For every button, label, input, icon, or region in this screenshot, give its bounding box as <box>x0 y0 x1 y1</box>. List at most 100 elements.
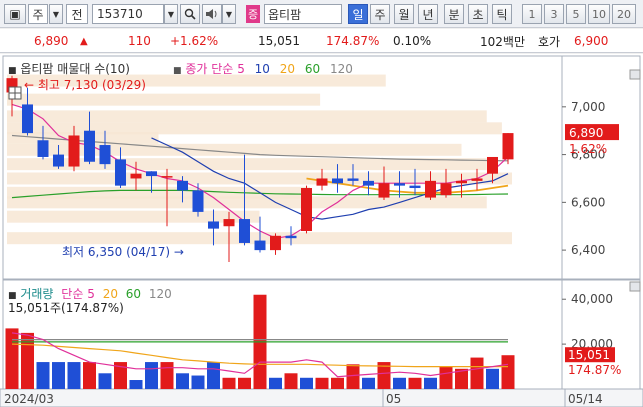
current-price: 6,890 <box>34 34 69 48</box>
interval-10-button[interactable]: 10 <box>588 4 610 24</box>
volume-bar <box>315 377 329 389</box>
volume-bar <box>191 375 205 389</box>
candle-body <box>223 219 235 227</box>
period-month-button[interactable]: 월 <box>394 4 414 24</box>
interval-3-button[interactable]: 3 <box>544 4 564 24</box>
x-axis-label: 05/14 <box>568 392 603 406</box>
candle-body <box>394 183 405 186</box>
high-price-label: ← 최고 7,130 (03/29) <box>24 78 146 92</box>
candle-body <box>208 221 219 229</box>
x-axis-label: 05 <box>386 392 401 406</box>
search-icon[interactable] <box>180 4 200 24</box>
chart-area[interactable]: 7,000 6,800 6,600 6,400 6,890 1.62% 40,000 20,0… <box>0 54 643 407</box>
candle-body <box>84 130 95 162</box>
price-ma-legend: ■ 종가 단순 5 10 20 60 120 <box>173 60 353 77</box>
chart-menu-icon[interactable]: ▣ <box>4 4 26 24</box>
candle-body <box>161 176 173 178</box>
volume-bar <box>300 377 313 389</box>
speaker-dropdown-chevron-icon[interactable]: ▼ <box>222 4 236 24</box>
volume-bar <box>470 357 484 389</box>
market-type-select[interactable]: 주 <box>28 4 48 24</box>
candle-body <box>254 240 266 251</box>
legend-ma5: 5 <box>237 62 245 76</box>
candle-body <box>115 159 126 186</box>
period-second-button[interactable]: 초 <box>468 4 488 24</box>
volume-bar <box>67 362 81 389</box>
volume-profile-bar <box>7 210 260 223</box>
volume-bar <box>393 377 406 389</box>
current-pct-tag: 1.62% <box>569 142 607 156</box>
price-change: 110 <box>128 34 151 48</box>
volume-bar <box>145 362 158 389</box>
interval-1-button[interactable]: 1 <box>522 4 542 24</box>
volume-current-label: 15,051주(174.87%) <box>8 301 124 315</box>
volume-current-tag: 15,051 <box>568 348 610 362</box>
volume-bar <box>331 377 344 389</box>
x-axis-bar <box>0 388 643 407</box>
candle-body <box>378 183 390 198</box>
period-day-button[interactable]: 일 <box>348 4 368 24</box>
candle-body <box>409 185 421 189</box>
candle-body <box>177 180 188 191</box>
period-year-button[interactable]: 년 <box>418 4 438 24</box>
price-tick-label: 7,000 <box>571 100 605 114</box>
volume-ratio: 174.87% <box>326 34 380 48</box>
volume-legend-ma120: 120 <box>148 287 172 301</box>
volume-bar <box>207 362 220 389</box>
interval-20-button[interactable]: 20 <box>612 4 636 24</box>
stock-type-badge: 증 <box>246 5 261 23</box>
volume-bar <box>52 362 65 389</box>
candle-body <box>270 235 281 251</box>
candle-body <box>456 180 467 184</box>
stock-name-field[interactable]: 옵티팜 <box>264 4 342 24</box>
price-volume-chart[interactable]: 7,0006,8006,6006,4006,8901.62%40,00020,0… <box>0 54 643 407</box>
panel-toggle-icon[interactable]: ■ <box>8 66 17 76</box>
price-panel-title: ■ 옵티팜 매물대 수(10) <box>8 60 130 77</box>
volume-bar <box>98 373 112 389</box>
low-price-text: 최저 6,350 (04/17) <box>62 245 171 259</box>
volume-bar <box>5 328 19 389</box>
high-price-text: 최고 7,130 (03/29) <box>37 78 146 92</box>
chevron-down-icon[interactable]: ▼ <box>49 4 63 24</box>
stock-code-input[interactable]: 153710 <box>92 4 164 24</box>
volume-bar <box>362 377 375 389</box>
volume-bar <box>222 377 236 389</box>
panel-scroll-up-icon <box>629 281 641 292</box>
quote-price: 6,900 <box>574 34 609 48</box>
candle-body <box>487 156 498 174</box>
jeon-toggle[interactable]: 전 <box>66 4 88 24</box>
candle-body <box>425 180 436 198</box>
volume-profile-bar <box>7 131 159 144</box>
price-tick-label: 6,400 <box>571 243 605 257</box>
price-panel-title-text: 옵티팜 매물대 수(10) <box>20 62 130 76</box>
code-dropdown-chevron-icon[interactable]: ▼ <box>164 4 178 24</box>
period-week-button[interactable]: 주 <box>370 4 390 24</box>
legend-ma10: 10 <box>254 62 270 76</box>
turnover-percent: 0.10% <box>393 34 432 48</box>
volume-bar <box>408 377 422 389</box>
volume-bar <box>129 380 143 389</box>
candle-body <box>363 180 374 186</box>
candle-body <box>53 154 64 167</box>
trade-amount: 102백만 <box>480 34 525 49</box>
legend-ma120: 120 <box>329 62 353 76</box>
interval-5-button[interactable]: 5 <box>566 4 586 24</box>
period-tick-button[interactable]: 틱 <box>492 4 512 24</box>
candle-body <box>22 104 33 134</box>
volume-profile-bar <box>7 93 321 106</box>
candle-body <box>68 135 80 167</box>
volume-bar <box>176 373 189 389</box>
volume-value: 15,051 <box>258 34 300 48</box>
volume-bar <box>501 355 515 389</box>
period-minute-button[interactable]: 분 <box>444 4 464 24</box>
legend-ma20: 20 <box>279 62 296 76</box>
volume-bar <box>269 377 282 389</box>
candle-body <box>192 190 204 212</box>
volume-legend-ma60: 60 <box>125 287 142 301</box>
quote-label: 호가 <box>538 34 561 49</box>
legend-square-icon: ■ <box>173 66 182 76</box>
volume-current-pct-tag: 174.87% <box>568 363 621 377</box>
speaker-icon[interactable] <box>202 4 222 24</box>
candle-body <box>146 171 157 177</box>
price-change-percent: +1.62% <box>170 34 219 48</box>
